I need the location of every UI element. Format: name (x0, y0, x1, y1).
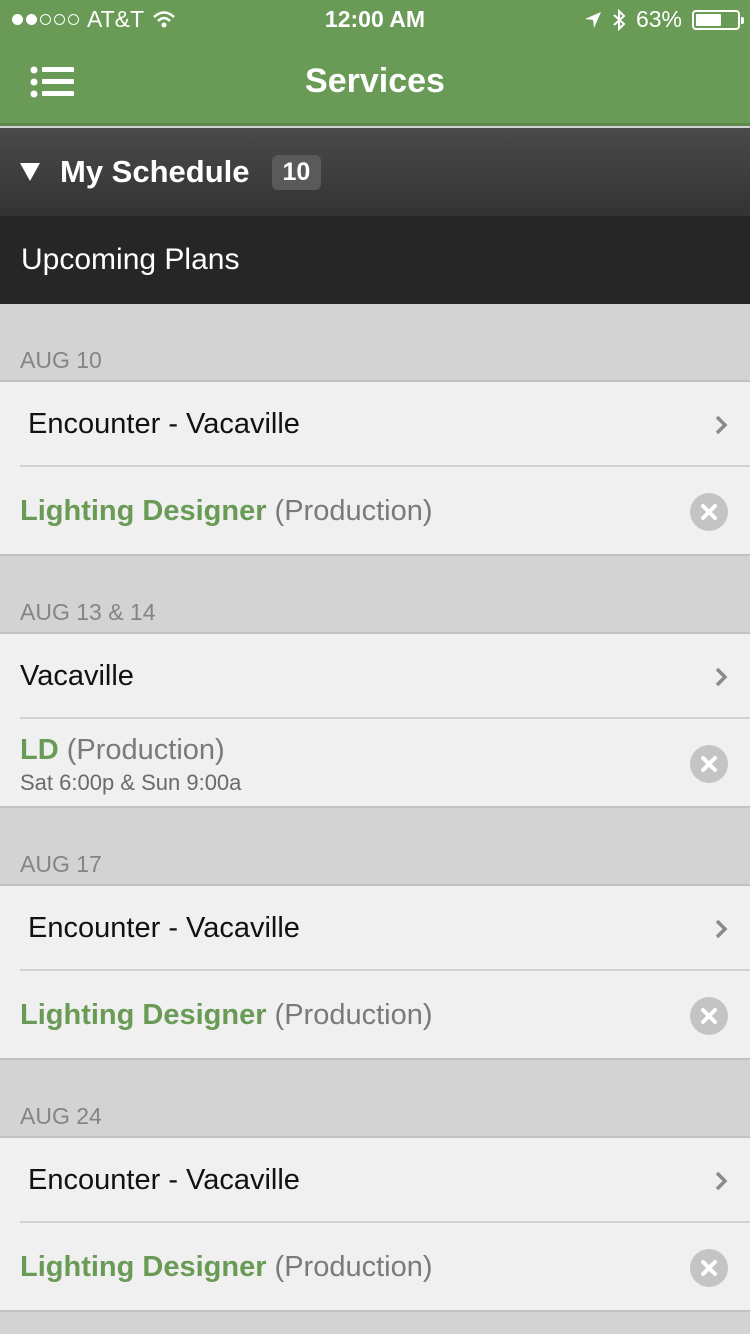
page-title: Services (305, 62, 445, 100)
group-date: AUG 10 (0, 304, 750, 382)
plan-group: AUG 17 Encounter - Vacaville Lighting De… (0, 808, 750, 1060)
list-bottom-spacer (0, 1312, 750, 1334)
group-date: AUG 17 (0, 808, 750, 886)
plan-group: AUG 24 Encounter - Vacaville Lighting De… (0, 1060, 750, 1312)
role-name: Lighting Designer (20, 1251, 267, 1283)
team-name: (Production) (266, 1251, 433, 1283)
close-icon (701, 756, 717, 772)
role-name: LD (20, 734, 59, 766)
collapse-triangle-icon (20, 163, 40, 181)
bluetooth-icon (613, 8, 626, 31)
close-icon (701, 504, 717, 520)
decline-button[interactable] (690, 745, 728, 783)
location-arrow-icon (584, 11, 601, 28)
decline-button[interactable] (690, 1249, 728, 1287)
role-line: Lighting Designer (Production) (20, 1251, 433, 1284)
plan-name: Vacaville (20, 660, 134, 692)
upcoming-plans-list: AUG 10 Encounter - Vacaville Lighting De… (0, 304, 750, 1334)
chevron-right-icon (715, 667, 728, 687)
chevron-right-icon (715, 919, 728, 939)
plan-row[interactable]: Encounter - Vacaville (0, 382, 750, 467)
battery-icon (692, 9, 744, 30)
team-name: (Production) (266, 495, 433, 527)
plan-row[interactable]: Vacaville (0, 634, 750, 719)
chevron-right-icon (715, 1171, 728, 1191)
role-times: Sat 6:00p & Sun 9:00a (20, 770, 242, 795)
decline-button[interactable] (690, 493, 728, 531)
group-date: AUG 13 & 14 (0, 556, 750, 634)
role-row: Lighting Designer (Production) (0, 1223, 750, 1312)
role-row: LD (Production) Sat 6:00p & Sun 9:00a (0, 719, 750, 808)
battery-percent: 63% (635, 6, 682, 32)
plan-row[interactable]: Encounter - Vacaville (0, 886, 750, 971)
decline-button[interactable] (690, 997, 728, 1035)
chevron-right-icon (715, 415, 728, 435)
close-icon (701, 1260, 717, 1276)
role-name: Lighting Designer (20, 999, 267, 1031)
plan-row[interactable]: Encounter - Vacaville (0, 1138, 750, 1223)
nav-bar: Services (0, 40, 750, 126)
role-line: Lighting Designer (Production) (20, 495, 433, 528)
role-row: Lighting Designer (Production) (0, 971, 750, 1060)
plan-group: AUG 13 & 14 Vacaville LD (Production) Sa… (0, 556, 750, 808)
role-row: Lighting Designer (Production) (0, 467, 750, 556)
status-right: 63% (584, 6, 744, 33)
plan-name: Encounter - Vacaville (20, 912, 300, 944)
group-date: AUG 24 (0, 1060, 750, 1138)
plan-name: Encounter - Vacaville (20, 408, 300, 440)
schedule-count-badge: 10 (271, 154, 322, 190)
my-schedule-label: My Schedule (60, 154, 250, 189)
role-line: LD (Production) (20, 734, 225, 767)
status-bar: AT&T 12:00 AM 63% (0, 0, 750, 40)
role-name: Lighting Designer (20, 495, 267, 527)
role-line: Lighting Designer (Production) (20, 999, 433, 1032)
close-icon (701, 1008, 717, 1024)
team-name: (Production) (266, 999, 433, 1031)
upcoming-plans-header: Upcoming Plans (0, 216, 750, 304)
team-name: (Production) (58, 734, 225, 766)
plan-group: AUG 10 Encounter - Vacaville Lighting De… (0, 304, 750, 556)
my-schedule-toggle[interactable]: My Schedule 10 (0, 128, 750, 216)
plan-name: Encounter - Vacaville (20, 1164, 300, 1196)
